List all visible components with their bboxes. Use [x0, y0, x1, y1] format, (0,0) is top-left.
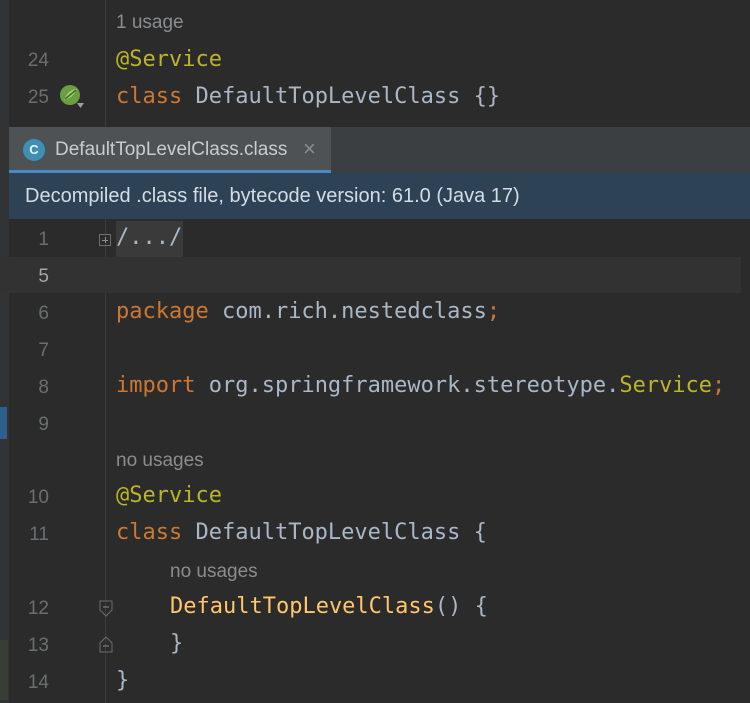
left-tool-strip: [0, 0, 9, 703]
tab-label: DefaultTopLevelClass.class: [55, 139, 288, 160]
code-line[interactable]: import org.springframework.stereotype.Se…: [116, 373, 725, 398]
annotation-token: @Service: [116, 47, 222, 72]
code-line[interactable]: @Service: [116, 47, 222, 72]
semicolon-token: ;: [712, 373, 726, 398]
line-number: 10: [27, 487, 49, 508]
fold-end-icon[interactable]: [99, 635, 113, 653]
editor-tab-bar: C DefaultTopLevelClass.class ×: [9, 127, 750, 173]
semicolon-token: ;: [486, 299, 501, 324]
fold-expand-icon[interactable]: [99, 234, 111, 246]
annotation-token: @Service: [116, 483, 222, 508]
code-line[interactable]: DefaultTopLevelClass() {: [170, 594, 488, 619]
top-editor-pane[interactable]: 1 usage 24 @Service 25 class DefaultTopL…: [9, 0, 750, 127]
line-number: 13: [27, 635, 49, 656]
code-line[interactable]: class DefaultTopLevelClass {}: [116, 84, 500, 109]
decompiled-banner: Decompiled .class file, bytecode version…: [9, 173, 750, 219]
import-class-token: Service: [619, 373, 713, 398]
code-line[interactable]: }: [116, 668, 129, 693]
bean-implementation-icon[interactable]: [59, 84, 85, 110]
code-line[interactable]: }: [170, 631, 183, 656]
package-name-token: com.rich.nestedclass: [208, 299, 487, 324]
class-name-token: DefaultTopLevelClass: [195, 84, 461, 109]
line-number: 12: [27, 598, 49, 619]
fold-collapse-icon[interactable]: [99, 600, 113, 618]
line-number: 25: [27, 87, 49, 108]
keyword-token: import: [116, 373, 196, 398]
import-path-token: org.springframework.stereotype.: [195, 373, 620, 398]
code-line[interactable]: package com.rich.nestedclass;: [116, 299, 500, 324]
line-number: 6: [38, 303, 49, 324]
current-line-highlight: [0, 257, 741, 293]
class-file-icon: C: [23, 139, 45, 161]
tool-strip-marker: [0, 640, 8, 700]
gutter-separator: [105, 0, 106, 127]
banner-text: Decompiled .class file, bytecode version…: [25, 185, 520, 207]
folded-placeholder[interactable]: /.../: [116, 225, 182, 250]
constructor-name-token: DefaultTopLevelClass: [170, 594, 435, 619]
line-number: 8: [38, 377, 49, 398]
usage-hint[interactable]: no usages: [170, 561, 258, 583]
class-name-token: DefaultTopLevelClass {: [182, 520, 487, 545]
line-number-current: 5: [38, 266, 49, 287]
code-line[interactable]: class DefaultTopLevelClass {: [116, 520, 487, 545]
line-number: 24: [27, 50, 49, 71]
line-number: 14: [27, 672, 49, 693]
usage-hint[interactable]: 1 usage: [116, 12, 184, 34]
tab-default-top-level-class[interactable]: C DefaultTopLevelClass.class ×: [9, 127, 331, 173]
keyword-token: class: [116, 520, 183, 545]
usage-hint[interactable]: no usages: [116, 450, 204, 472]
keyword-token: class: [116, 84, 183, 109]
line-number: 7: [38, 340, 49, 361]
brace-token: {}: [460, 84, 501, 109]
paren-token: () {: [434, 594, 488, 619]
line-number: 9: [38, 414, 49, 435]
close-icon[interactable]: ×: [303, 136, 316, 162]
line-number: 1: [38, 229, 49, 250]
line-number: 11: [29, 524, 49, 545]
keyword-token: package: [116, 299, 209, 324]
selected-tool-marker: [0, 407, 7, 439]
code-line[interactable]: @Service: [116, 483, 222, 508]
